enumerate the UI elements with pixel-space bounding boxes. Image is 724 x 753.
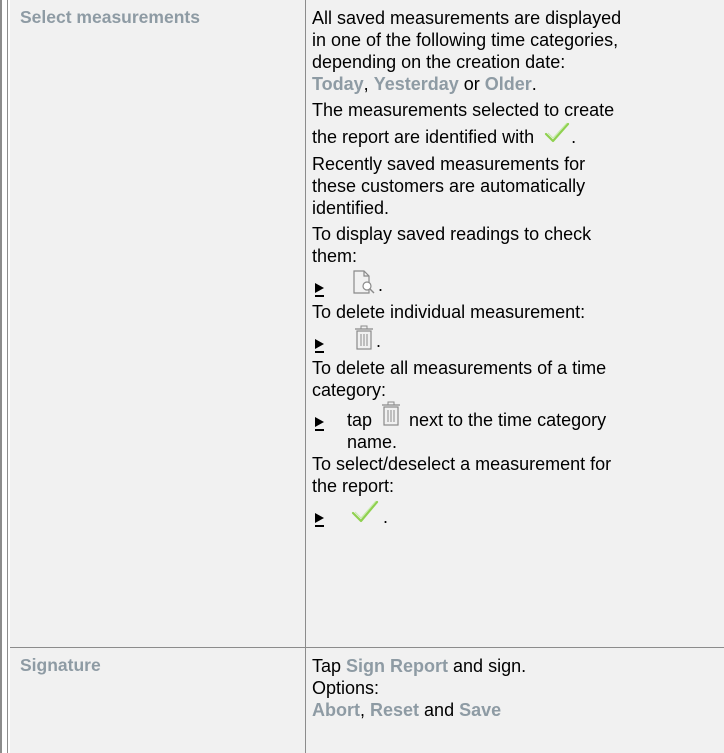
period: . — [378, 275, 384, 295]
body-line: To delete individual measurement: — [312, 302, 586, 322]
sign-report-label: Sign Report — [346, 656, 449, 676]
check-icon — [545, 122, 570, 143]
trash-icon[interactable] — [354, 325, 374, 353]
body-line: depending on the creation date: — [312, 52, 566, 72]
reset-label: Reset — [370, 700, 420, 720]
bullet-delete-one: . — [312, 323, 724, 357]
period: . — [383, 507, 389, 527]
arrow-bullet-icon — [315, 513, 324, 527]
label-text: Signature — [20, 655, 101, 675]
body-line: To delete all measurements of a time — [312, 358, 607, 378]
save-label: Save — [459, 700, 502, 720]
body-line: Recently saved measurements for — [312, 154, 586, 174]
tap-text: tap — [347, 410, 373, 430]
body-line: the report: — [312, 476, 395, 496]
body-line: them: — [312, 246, 358, 266]
bullet-delete-category: tap next to the time category — [312, 401, 724, 431]
identified-text: the report are identified with — [312, 127, 535, 147]
label-text: Select measurements — [20, 7, 200, 27]
bullet-view-readings: . — [312, 267, 724, 301]
arrow-bullet-icon — [315, 417, 324, 431]
body-line: name. — [347, 432, 398, 452]
check-icon[interactable] — [350, 499, 380, 525]
table: Select measurements All saved measuremen… — [0, 0, 724, 753]
table-outer-border-left — [0, 0, 2, 753]
separator: and — [419, 700, 460, 720]
row-body-select-measurements: All saved measurements are displayed in … — [306, 0, 724, 647]
trash-icon[interactable] — [381, 401, 401, 429]
options-list-line: Abort, Reset and Save — [312, 699, 724, 721]
today-label: Today — [312, 74, 364, 94]
yesterday-label: Yesterday — [373, 74, 459, 94]
separator: , — [360, 700, 371, 720]
body-line: The measurements selected to create — [312, 100, 615, 120]
body-line: To select/deselect a measurement for — [312, 454, 612, 474]
document-search-icon[interactable] — [352, 269, 378, 297]
period: . — [376, 331, 382, 351]
bullet-select: . — [312, 497, 724, 531]
body-line: in one of the following time categories, — [312, 30, 619, 50]
period: . — [571, 127, 577, 147]
body-line: these customers are automatically — [312, 176, 586, 196]
row-label-signature: Signature — [10, 648, 305, 753]
arrow-bullet-icon — [315, 339, 324, 353]
separator: , — [363, 74, 374, 94]
body-line: category: — [312, 380, 387, 400]
and-sign-text: and sign. — [448, 656, 527, 676]
arrow-bullet-icon — [315, 283, 324, 297]
sign-report-line: Tap Sign Report and sign. — [312, 655, 724, 677]
row-label-select-measurements: Select measurements — [10, 0, 305, 647]
body-line: identified. — [312, 198, 390, 218]
tap-text: Tap — [312, 656, 347, 676]
body-line: All saved measurements are displayed — [312, 8, 622, 28]
options-line: Options: — [312, 678, 380, 698]
time-categories-line: Today, Yesterday or Older. — [312, 73, 724, 95]
row-body-signature: Tap Sign Report and sign. Options: Abort… — [306, 648, 724, 753]
identified-line: the report are identified with . — [312, 121, 724, 153]
separator: or — [458, 74, 485, 94]
abort-label: Abort — [312, 700, 360, 720]
body-line: To display saved readings to check — [312, 224, 592, 244]
table-inner-border-left — [7, 0, 8, 753]
next-to-text: next to the time category — [409, 410, 607, 430]
separator: . — [531, 74, 537, 94]
older-label: Older — [484, 74, 532, 94]
